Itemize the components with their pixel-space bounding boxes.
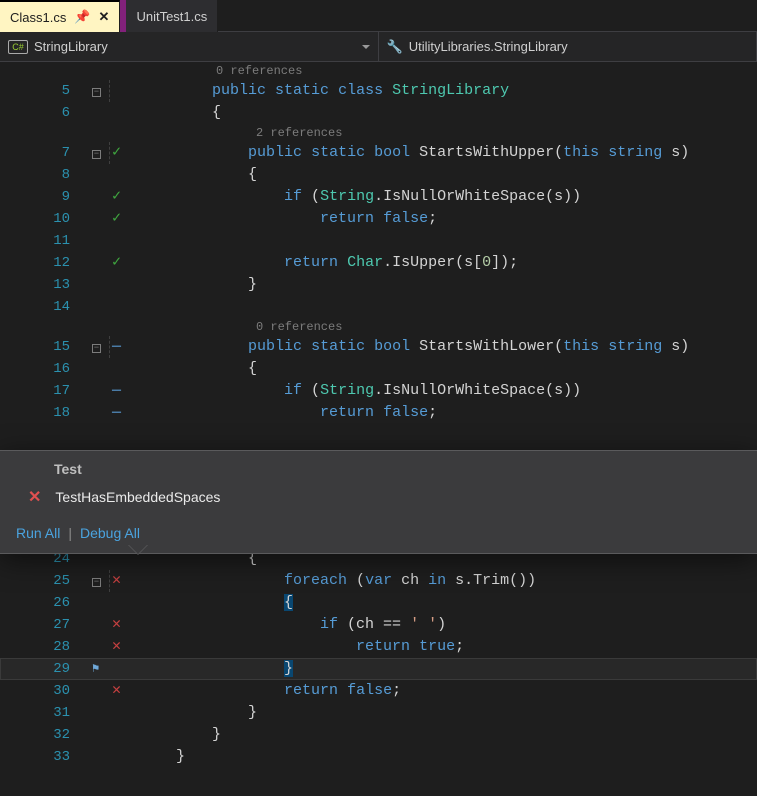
line-number: 30 <box>0 680 92 702</box>
test-fail-icon: ✕ <box>110 614 140 636</box>
class-icon: 🔧 <box>387 39 403 55</box>
run-all-link[interactable]: Run All <box>16 525 60 541</box>
test-none-icon: — <box>110 380 140 402</box>
test-name: TestHasEmbeddedSpaces <box>55 489 220 505</box>
popup-header: Test <box>0 451 757 483</box>
codelens-references[interactable]: 2 references <box>0 124 757 142</box>
code-editor[interactable]: 0 references 5− public static class Stri… <box>0 62 757 768</box>
navigation-bar: C# StringLibrary 🔧 UtilityLibraries.Stri… <box>0 32 757 62</box>
test-pass-icon: ✓ <box>110 186 140 208</box>
line-number: 5 <box>0 80 92 102</box>
bookmark-flag-icon[interactable]: ⚑ <box>92 658 99 680</box>
line-number: 9 <box>0 186 92 208</box>
scope-label: UtilityLibraries.StringLibrary <box>409 39 568 54</box>
test-pass-icon: ✓ <box>110 142 140 164</box>
scope-dropdown-left[interactable]: C# StringLibrary <box>0 32 379 61</box>
codelens-references[interactable]: 0 references <box>0 62 757 80</box>
test-fail-icon: ✕ <box>110 680 140 702</box>
failed-test-row[interactable]: ✕ TestHasEmbeddedSpaces <box>0 483 757 517</box>
tab-label: Class1.cs <box>10 10 66 25</box>
line-number: 18 <box>0 402 92 424</box>
line-number: 17 <box>0 380 92 402</box>
line-number: 15 <box>0 336 92 358</box>
line-number: 31 <box>0 702 92 724</box>
tab-unittest[interactable]: UnitTest1.cs <box>126 0 218 32</box>
popup-pointer-icon <box>128 544 148 564</box>
line-number: 6 <box>0 102 92 124</box>
test-none-icon: — <box>110 336 140 358</box>
csharp-badge-icon: C# <box>8 40 28 54</box>
line-number: 32 <box>0 724 92 746</box>
brace-highlight: { <box>284 594 293 611</box>
test-none-icon: — <box>110 402 140 424</box>
chevron-down-icon <box>362 45 370 53</box>
test-results-popup: Test ✕ TestHasEmbeddedSpaces Run All | D… <box>0 450 757 554</box>
fold-toggle-icon[interactable]: − <box>92 88 101 97</box>
line-number: 29 <box>0 658 92 680</box>
fail-icon: ✕ <box>28 487 41 507</box>
test-fail-icon: ✕ <box>110 636 140 658</box>
fold-toggle-icon[interactable]: − <box>92 344 101 353</box>
test-pass-icon: ✓ <box>110 252 140 274</box>
line-number: 25 <box>0 570 92 592</box>
line-number: 33 <box>0 746 92 768</box>
line-number: 27 <box>0 614 92 636</box>
line-number: 11 <box>0 230 92 252</box>
line-number: 13 <box>0 274 92 296</box>
codelens-references[interactable]: 0 references <box>0 318 757 336</box>
fold-toggle-icon[interactable]: − <box>92 578 101 587</box>
test-pass-icon: ✓ <box>110 208 140 230</box>
line-number: 28 <box>0 636 92 658</box>
tab-bar: Class1.cs 📌 ✕ UnitTest1.cs <box>0 0 757 32</box>
brace-highlight: } <box>284 660 293 677</box>
test-fail-icon: ✕ <box>110 570 140 592</box>
tab-label: UnitTest1.cs <box>136 9 207 24</box>
separator: | <box>68 525 72 541</box>
fold-toggle-icon[interactable]: − <box>92 150 101 159</box>
line-number: 14 <box>0 296 92 318</box>
line-number: 7 <box>0 142 92 164</box>
line-number: 8 <box>0 164 92 186</box>
scope-label: StringLibrary <box>34 39 108 54</box>
pin-icon[interactable]: 📌 <box>74 9 90 25</box>
debug-all-link[interactable]: Debug All <box>80 525 140 541</box>
line-number: 16 <box>0 358 92 380</box>
scope-dropdown-right[interactable]: 🔧 UtilityLibraries.StringLibrary <box>379 32 757 61</box>
line-number: 12 <box>0 252 92 274</box>
line-number: 26 <box>0 592 92 614</box>
tab-class1[interactable]: Class1.cs 📌 ✕ <box>0 0 120 32</box>
close-icon[interactable]: ✕ <box>99 9 110 25</box>
line-number: 10 <box>0 208 92 230</box>
